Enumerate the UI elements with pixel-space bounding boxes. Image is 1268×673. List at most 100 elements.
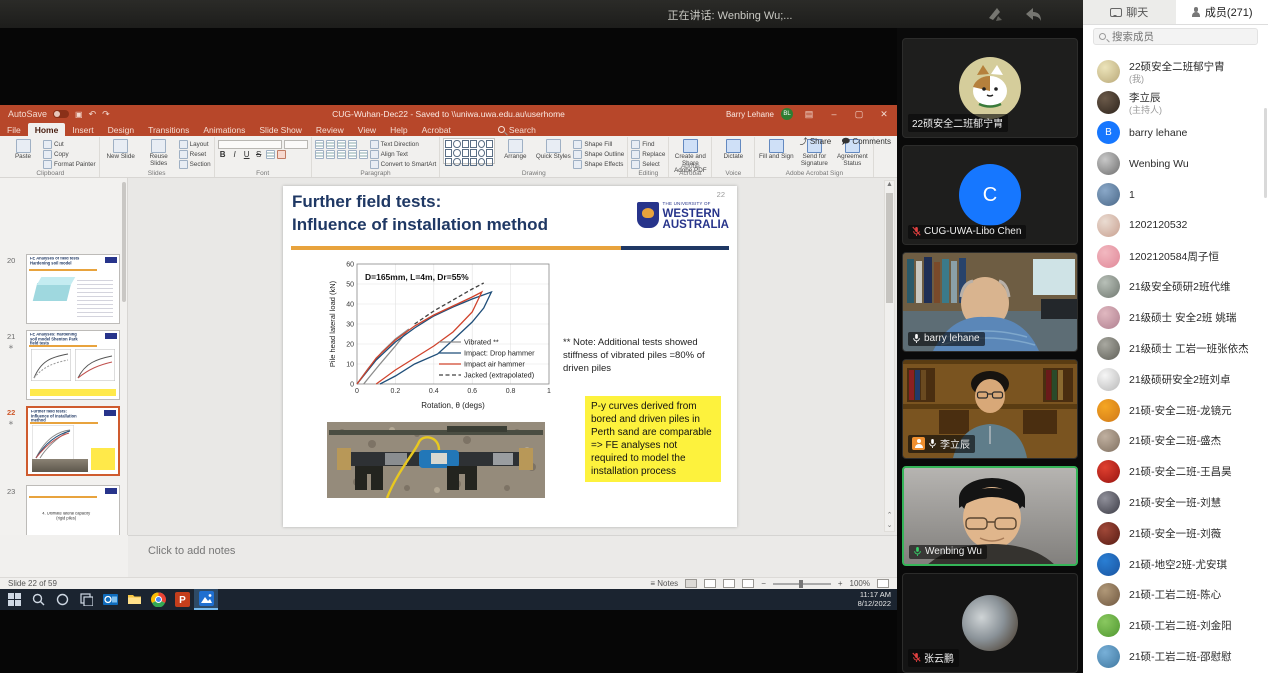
menu-tab-animations[interactable]: Animations xyxy=(196,123,252,136)
numbering-icon[interactable] xyxy=(326,140,335,149)
video-tile-2[interactable]: CCUG-UWA-Libo Chen xyxy=(902,145,1078,245)
shape-icon[interactable] xyxy=(478,158,485,166)
menu-tab-transitions[interactable]: Transitions xyxy=(141,123,196,136)
menu-tab-view[interactable]: View xyxy=(351,123,383,136)
ribbon-display-icon[interactable]: ▤ xyxy=(800,109,818,120)
reading-view-icon[interactable] xyxy=(723,579,735,588)
menu-tab-file[interactable]: File xyxy=(0,123,28,136)
find-button[interactable]: Find xyxy=(631,140,665,149)
member-search-input[interactable] xyxy=(1110,30,1252,44)
shape-icon[interactable] xyxy=(453,149,460,157)
shape-icon[interactable] xyxy=(486,140,493,148)
font-color-icon[interactable] xyxy=(277,150,286,159)
taskbar-clock[interactable]: 11:17 AM 8/12/2022 xyxy=(858,590,891,608)
taskbar-start-icon[interactable] xyxy=(2,589,26,610)
video-tile-5[interactable]: Wenbing Wu xyxy=(902,466,1078,566)
section-button[interactable]: Section xyxy=(179,160,211,169)
shape-icon[interactable] xyxy=(462,149,469,157)
format-painter-button[interactable]: Format Painter xyxy=(43,160,96,169)
font-name-combobox[interactable] xyxy=(218,140,282,149)
slide-canvas[interactable]: Further field tests: Influence of instal… xyxy=(283,186,737,527)
align-text-button[interactable]: Align Text xyxy=(370,150,437,159)
member-row[interactable]: 22硕安全二班郁宁胄(我) xyxy=(1083,56,1268,87)
convert-to-smartart-button[interactable]: Convert to SmartArt xyxy=(370,160,437,169)
comments-button[interactable]: 🗩 Comments xyxy=(841,136,891,150)
autosave-toggle[interactable] xyxy=(53,110,69,118)
replace-button[interactable]: Replace xyxy=(631,150,665,159)
video-tile-6[interactable]: 张云鹏 xyxy=(902,573,1078,673)
normal-view-icon[interactable] xyxy=(685,579,697,588)
menu-tab-acrobat[interactable]: Acrobat xyxy=(415,123,458,136)
menu-tab-home[interactable]: Home xyxy=(28,123,66,136)
member-row[interactable]: 21硕-地空2班-尤安琪 xyxy=(1083,549,1268,580)
shape-icon[interactable] xyxy=(453,158,460,166)
shape-icon[interactable] xyxy=(486,149,493,157)
columns-icon[interactable] xyxy=(359,150,368,159)
zoom-slider[interactable] xyxy=(773,583,831,585)
member-row[interactable]: 21硕-安全二班-龙镜元 xyxy=(1083,395,1268,426)
shape-icon[interactable] xyxy=(478,149,485,157)
tab-members[interactable]: 成员(271) xyxy=(1176,0,1268,24)
member-row[interactable]: 21硕-安全一班-刘薇 xyxy=(1083,518,1268,549)
cut-button[interactable]: Cut xyxy=(43,140,96,149)
video-tile-3[interactable]: barry lehane xyxy=(902,252,1078,352)
notes-toggle[interactable]: ≡ Notes xyxy=(650,579,678,588)
slideshow-icon[interactable] xyxy=(742,579,754,588)
thumbnail-preview[interactable]: FE Analyses of field tests Hardening soi… xyxy=(26,254,120,324)
taskbar-photos-icon[interactable] xyxy=(194,589,218,610)
shape-gallery[interactable] xyxy=(443,138,495,164)
member-row[interactable]: 21硕-安全二班-盛杰 xyxy=(1083,426,1268,457)
justify-icon[interactable] xyxy=(348,150,357,159)
ribbon-search[interactable]: Search xyxy=(498,125,536,135)
thumbnail-preview[interactable]: Further field tests: Influence of instal… xyxy=(26,406,120,476)
shape-icon[interactable] xyxy=(445,140,452,148)
font-size-combobox[interactable] xyxy=(284,140,308,149)
select-button[interactable]: Select xyxy=(631,160,665,169)
taskbar-powerpoint-icon[interactable]: P xyxy=(170,589,194,610)
thumbnail-scrollbar[interactable] xyxy=(122,182,126,302)
member-list-scrollbar[interactable] xyxy=(1264,108,1267,198)
indent-icon[interactable] xyxy=(337,140,346,149)
font-u-button[interactable]: U xyxy=(242,150,252,159)
text-direction-button[interactable]: Text Direction xyxy=(370,140,437,149)
shape-fill-button[interactable]: Shape Fill xyxy=(573,140,624,149)
layout-button[interactable]: Layout xyxy=(179,140,211,149)
thumbnail-preview[interactable]: 4. Ultimate lateral capacity (rigid pile… xyxy=(26,485,120,535)
taskbar-task-view-icon[interactable] xyxy=(74,589,98,610)
font-i-button[interactable]: I xyxy=(230,150,240,159)
highlight-color-icon[interactable] xyxy=(266,150,275,159)
copy-button[interactable]: Copy xyxy=(43,150,96,159)
menu-tab-review[interactable]: Review xyxy=(309,123,351,136)
shape-icon[interactable] xyxy=(462,158,469,166)
new-slide-button[interactable]: New Slide xyxy=(103,138,139,161)
redo-icon[interactable]: ↷ xyxy=(102,109,110,120)
font-s-button[interactable]: S xyxy=(254,150,264,159)
avatar[interactable]: BL xyxy=(781,108,793,120)
tab-chat[interactable]: 聊天 xyxy=(1083,0,1176,24)
editor-scrollbar[interactable]: ▲ ⌃ ⌄ xyxy=(884,180,895,532)
font-b-button[interactable]: B xyxy=(218,150,228,159)
annotation-arrow-icon[interactable] xyxy=(1019,4,1045,24)
shape-icon[interactable] xyxy=(470,158,477,166)
video-tile-4[interactable]: 李立辰 xyxy=(902,359,1078,459)
quick-styles-button[interactable]: Quick Styles xyxy=(535,138,571,161)
menu-tab-slide-show[interactable]: Slide Show xyxy=(252,123,309,136)
align-right-icon[interactable] xyxy=(337,150,346,159)
menu-tab-help[interactable]: Help xyxy=(383,123,414,136)
fit-to-window-icon[interactable] xyxy=(877,579,889,588)
taskbar-chrome-icon[interactable] xyxy=(146,589,170,610)
line-spacing-icon[interactable] xyxy=(348,140,357,149)
zoom-out-button[interactable]: − xyxy=(761,579,766,588)
zoom-in-button[interactable]: + xyxy=(838,579,843,588)
taskbar-file-explorer-icon[interactable] xyxy=(122,589,146,610)
shape-icon[interactable] xyxy=(470,140,477,148)
member-row[interactable]: 21级安全硕研2班代维 xyxy=(1083,272,1268,303)
close-button[interactable]: ✕ xyxy=(875,109,893,120)
menu-tab-insert[interactable]: Insert xyxy=(65,123,100,136)
taskbar-cortana-icon[interactable] xyxy=(50,589,74,610)
member-row[interactable]: 李立辰(主持人) xyxy=(1083,87,1268,118)
align-left-icon[interactable] xyxy=(315,150,324,159)
dictate-button[interactable]: Dictate xyxy=(715,138,751,161)
shape-icon[interactable] xyxy=(478,140,485,148)
taskbar-outlook-icon[interactable] xyxy=(98,589,122,610)
